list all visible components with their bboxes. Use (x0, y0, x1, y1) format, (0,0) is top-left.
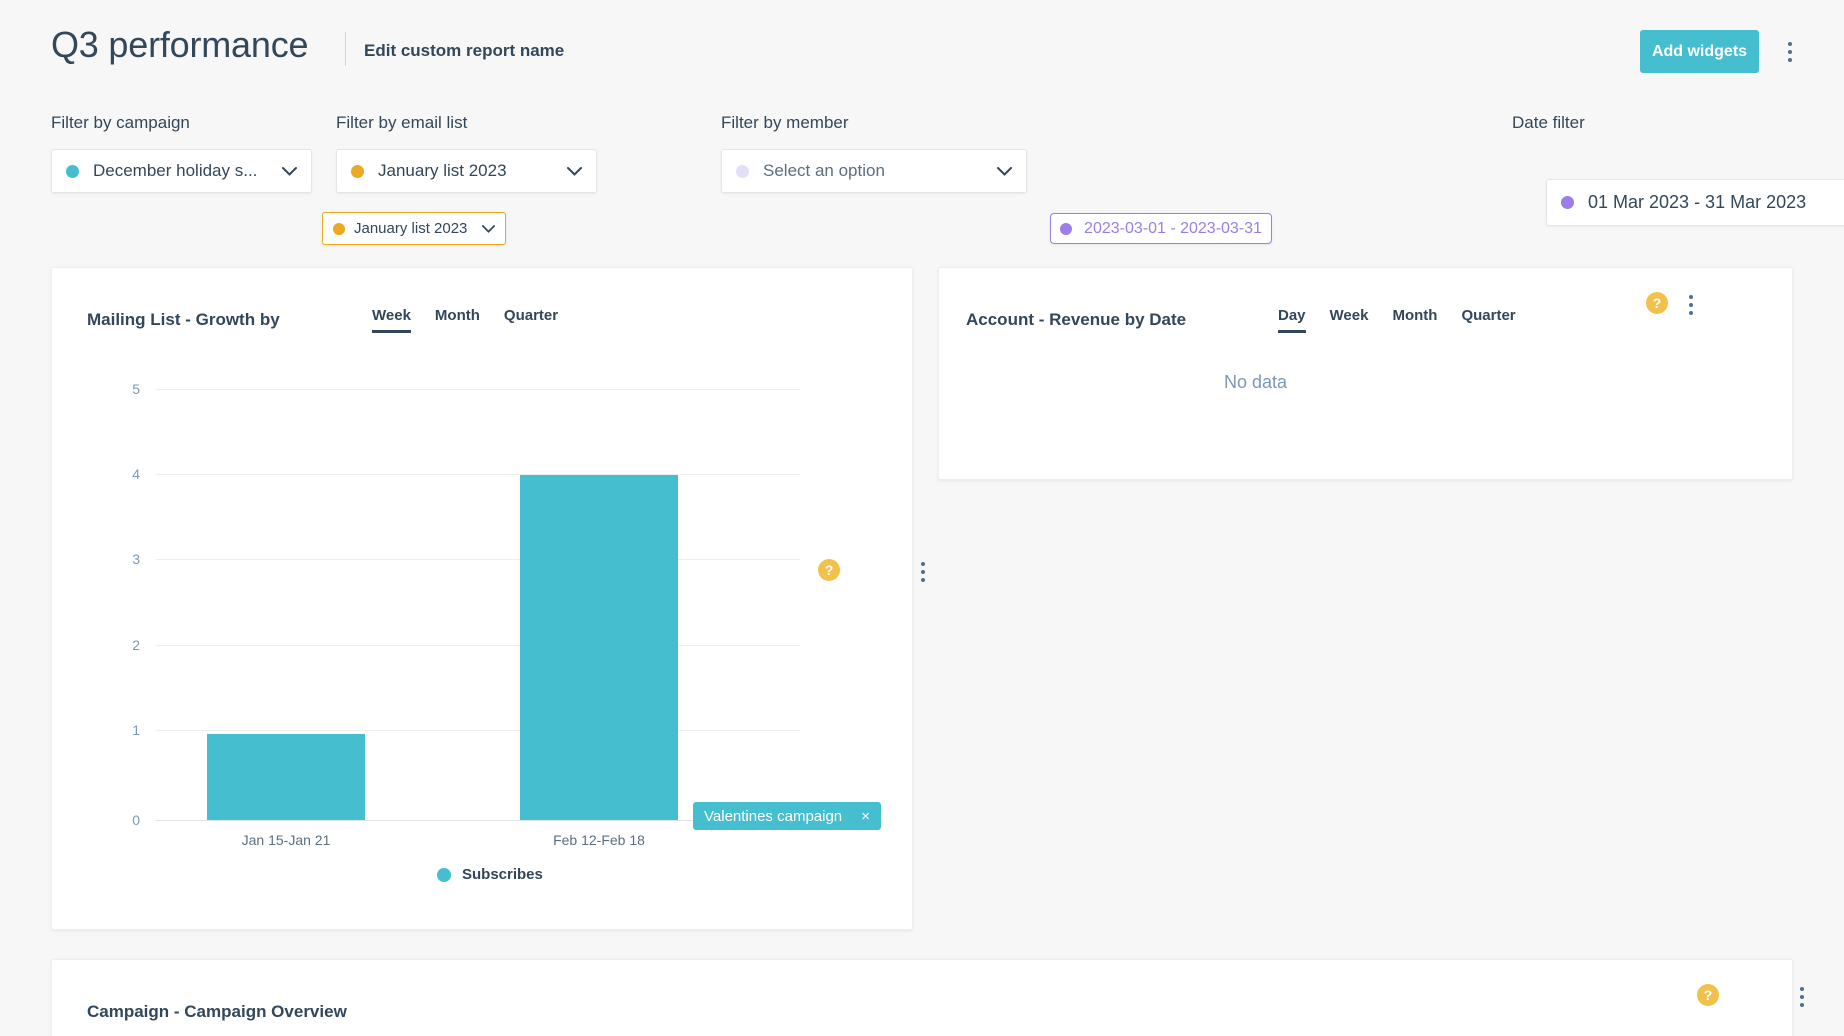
tab-day[interactable]: Day (1278, 307, 1306, 333)
tab-week[interactable]: Week (1330, 307, 1369, 330)
filter-label-email-list: Filter by email list (336, 113, 467, 133)
chart-mailing-list-growth: 5 4 3 2 1 0 Jan 15-Jan 21 Feb 12-Feb 18 … (52, 268, 914, 931)
y-tick: 5 (112, 381, 140, 397)
overlay-campaign-tag[interactable]: Valentines campaign × (693, 802, 881, 830)
campaign-color-dot (66, 165, 79, 178)
widget-title-account-revenue: Account - Revenue by Date (966, 310, 1186, 330)
filter-value-campaign: December holiday s... (93, 161, 257, 181)
overlay-date-color-dot (1060, 223, 1072, 235)
widget-mailing-list: Mailing List - Growth by Week Month Quar… (51, 267, 913, 930)
filter-select-date[interactable]: 01 Mar 2023 - 31 Mar 2023 (1546, 179, 1844, 226)
tab-quarter[interactable]: Quarter (1461, 307, 1515, 330)
report-page: Q3 performance Edit custom report name A… (0, 0, 1844, 1036)
overlay-date-range-chip[interactable]: 2023-03-01 - 2023-03-31 (1050, 213, 1272, 244)
filter-value-date: 01 Mar 2023 - 31 Mar 2023 (1588, 192, 1806, 213)
gridline (156, 389, 800, 390)
y-tick: 3 (112, 551, 140, 567)
page-header: Q3 performance Edit custom report name A… (0, 0, 1844, 104)
email-list-color-dot (351, 165, 364, 178)
x-tick: Feb 12-Feb 18 (553, 832, 645, 848)
gridline (156, 730, 800, 731)
date-color-dot (1561, 196, 1574, 209)
legend-label-subscribes: Subscribes (462, 866, 543, 883)
filter-value-email-list: January list 2023 (378, 161, 507, 181)
legend-color-dot (437, 868, 451, 882)
filter-label-member: Filter by member (721, 113, 849, 133)
overlay-email-list-chip[interactable]: January list 2023 (322, 212, 506, 245)
bar-jan-15-jan-21[interactable] (207, 734, 365, 820)
overlay-campaign-tag-label: Valentines campaign (704, 808, 842, 825)
tab-month[interactable]: Month (1392, 307, 1437, 330)
close-icon[interactable]: × (861, 809, 870, 824)
widget-campaign-overview: Campaign - Campaign Overview ? (51, 959, 1793, 1036)
y-tick: 0 (112, 812, 140, 828)
overlay-date-value: 2023-03-01 - 2023-03-31 (1084, 220, 1262, 238)
filter-label-campaign: Filter by campaign (51, 113, 190, 133)
filter-label-date: Date filter (1512, 113, 1585, 133)
widget-more-menu-icon[interactable] (1681, 293, 1701, 317)
filter-value-member: Select an option (763, 161, 885, 181)
chart-legend: Subscribes (437, 866, 543, 883)
overlay-list-color-dot (333, 223, 345, 235)
empty-state-message: No data (1224, 372, 1287, 393)
chevron-down-icon (282, 167, 297, 176)
filter-select-email-list[interactable]: January list 2023 (336, 149, 597, 193)
help-icon[interactable]: ? (1646, 292, 1668, 314)
y-tick: 1 (112, 722, 140, 738)
widget-more-menu-icon[interactable] (913, 560, 933, 584)
widget-account-revenue: Account - Revenue by Date Day Week Month… (938, 267, 1793, 480)
gridline (156, 645, 800, 646)
y-tick: 2 (112, 637, 140, 653)
help-icon[interactable]: ? (1697, 984, 1719, 1006)
x-tick: Jan 15-Jan 21 (242, 832, 331, 848)
filter-select-campaign[interactable]: December holiday s... (51, 149, 312, 193)
page-title: Q3 performance (51, 24, 308, 66)
y-tick: 4 (112, 466, 140, 482)
header-more-menu-icon[interactable] (1778, 38, 1802, 66)
member-color-dot (736, 165, 749, 178)
widget-title-campaign-overview: Campaign - Campaign Overview (87, 1002, 347, 1022)
widget-more-menu-icon[interactable] (1792, 985, 1812, 1009)
edit-report-name-link[interactable]: Edit custom report name (364, 41, 564, 61)
bar-feb-12-feb-18[interactable] (520, 475, 678, 820)
overlay-list-value: January list 2023 (354, 220, 467, 237)
title-divider (345, 32, 346, 66)
chevron-down-icon (567, 167, 582, 176)
chevron-down-icon (482, 225, 495, 233)
filter-select-member[interactable]: Select an option (721, 149, 1027, 193)
gridline (156, 474, 800, 475)
widget-tabs-account-revenue: Day Week Month Quarter (1278, 307, 1516, 333)
gridline (156, 559, 800, 560)
add-widgets-button[interactable]: Add widgets (1640, 30, 1759, 73)
chevron-down-icon (997, 167, 1012, 176)
